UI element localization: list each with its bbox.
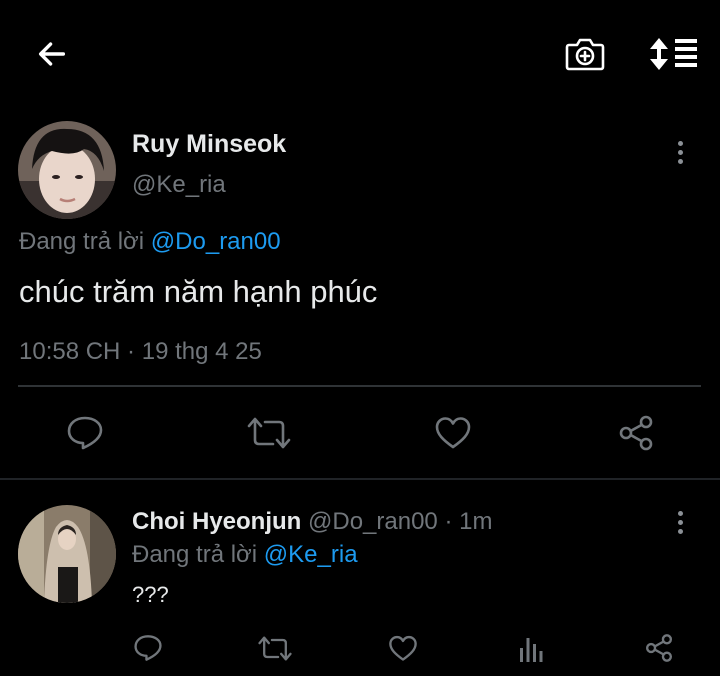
replying-to-link[interactable]: @Ke_ria — [264, 541, 358, 568]
share-button[interactable] — [639, 628, 679, 668]
retweet-button[interactable] — [254, 628, 296, 668]
profile-photo-icon — [18, 121, 116, 219]
reply-button[interactable] — [128, 628, 168, 668]
arrow-left-icon — [38, 42, 66, 66]
back-button[interactable] — [28, 30, 76, 78]
replying-prefix: Đang trả lời — [19, 228, 145, 255]
replying-to-line: Đang trả lời @Ke_ria — [132, 541, 358, 569]
avatar[interactable] — [18, 121, 116, 219]
divider — [18, 385, 701, 387]
more-dots-icon — [677, 140, 683, 146]
share-icon — [619, 415, 653, 451]
like-button[interactable] — [428, 408, 478, 458]
divider — [0, 478, 720, 480]
like-icon — [435, 417, 471, 449]
reply-button[interactable] — [60, 408, 110, 458]
retweet-icon — [247, 417, 291, 449]
add-photo-camera-icon — [565, 38, 605, 71]
replying-to-link[interactable]: @Do_ran00 — [151, 228, 281, 255]
analytics-icon — [520, 638, 543, 662]
reply-icon — [67, 416, 103, 450]
share-icon — [645, 634, 673, 662]
sort-replies-icon — [650, 38, 697, 70]
like-button[interactable] — [383, 628, 423, 668]
retweet-button[interactable] — [244, 408, 294, 458]
avatar[interactable] — [18, 505, 116, 603]
tweet-text: chúc trăm năm hạnh phúc — [19, 274, 378, 309]
display-name[interactable]: Ruy Minseok — [132, 130, 286, 159]
reply-header: Choi Hyeonjun @Do_ran00 · 1m — [132, 508, 492, 536]
replying-prefix: Đang trả lời — [132, 541, 258, 568]
more-options-button[interactable] — [668, 502, 692, 542]
replying-to-line: Đang trả lời @Do_ran00 — [19, 228, 281, 256]
like-icon — [389, 635, 417, 661]
retweet-icon — [258, 636, 292, 660]
tweet-timestamp: 10:58 CH · 19 thg 4 25 — [19, 338, 262, 365]
reply-display-name[interactable]: Choi Hyeonjun — [132, 508, 301, 535]
sort-replies-button[interactable] — [645, 30, 703, 78]
more-options-button[interactable] — [668, 132, 692, 172]
reply-icon — [134, 635, 162, 661]
more-dots-icon — [677, 510, 683, 516]
add-photo-button[interactable] — [560, 30, 610, 78]
handle[interactable]: @Ke_ria — [132, 171, 226, 199]
analytics-button[interactable] — [511, 628, 551, 668]
share-button[interactable] — [611, 408, 661, 458]
reply-handle-time[interactable]: @Do_ran00 · 1m — [308, 508, 492, 535]
reply-text: ??? — [132, 582, 169, 607]
profile-photo-icon — [18, 505, 116, 603]
